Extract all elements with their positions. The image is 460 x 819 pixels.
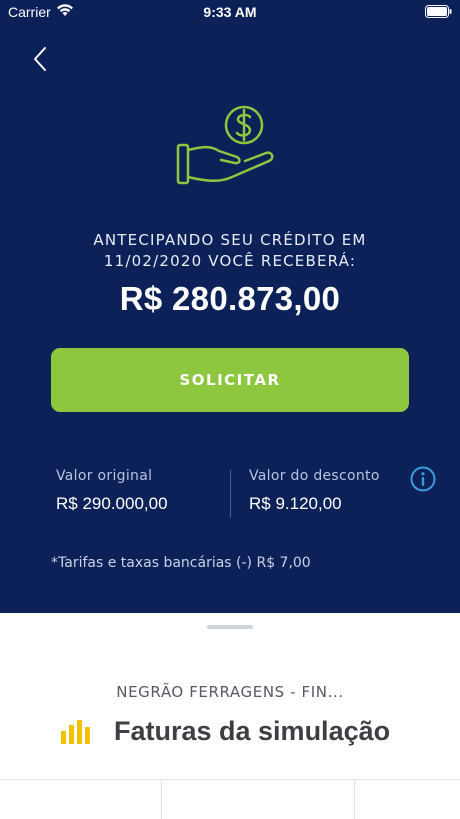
headline-line-1: ANTECIPANDO SEU CRÉDITO EM (93, 231, 367, 249)
invoice-grid (0, 779, 460, 819)
bar-chart-icon (60, 716, 96, 746)
invoice-cell[interactable] (0, 780, 162, 819)
solicitar-button[interactable]: SOLICITAR (51, 348, 409, 412)
invoices-title: Faturas da simulação (114, 715, 391, 746)
battery-icon (425, 5, 452, 22)
anticipation-headline: ANTECIPANDO SEU CRÉDITO EM 11/02/2020 VO… (0, 230, 460, 272)
back-button[interactable] (24, 44, 56, 78)
fees-note: *Tarifas e taxas bancárias (-) R$ 7,00 (51, 555, 311, 571)
sheet-grabber[interactable] (207, 625, 253, 629)
company-name: NEGRÃO FERRAGENS - FIN... (116, 683, 344, 701)
headline-line-2: 11/02/2020 VOCÊ RECEBERÁ: (103, 252, 357, 270)
discount-value-label: Valor do desconto (249, 468, 380, 484)
discount-value: R$ 9.120,00 (249, 494, 342, 513)
net-amount: R$ 280.873,00 (119, 280, 341, 317)
info-button[interactable] (410, 466, 436, 492)
invoices-sheet: NEGRÃO FERRAGENS - FIN... Faturas da sim… (0, 613, 460, 819)
original-value-label: Valor original (56, 468, 153, 484)
hand-dollar-icon (175, 103, 285, 195)
original-value-block: Valor original R$ 290.000,00 (56, 468, 168, 514)
status-bar: Carrier 9:33 AM (0, 0, 460, 26)
values-divider (230, 470, 231, 518)
invoices-title-row: Faturas da simulação (60, 711, 390, 751)
discount-value-block: Valor do desconto R$ 9.120,00 (249, 468, 380, 514)
info-icon (410, 466, 436, 496)
chevron-left-icon (33, 46, 47, 76)
invoice-cell[interactable] (355, 780, 460, 819)
clock: 9:33 AM (203, 4, 257, 20)
simulation-summary-panel: Carrier 9:33 AM ANTECIPANDO SEU CRÉDITO … (0, 0, 460, 613)
invoice-cell[interactable] (162, 780, 355, 819)
original-value: R$ 290.000,00 (56, 494, 168, 513)
